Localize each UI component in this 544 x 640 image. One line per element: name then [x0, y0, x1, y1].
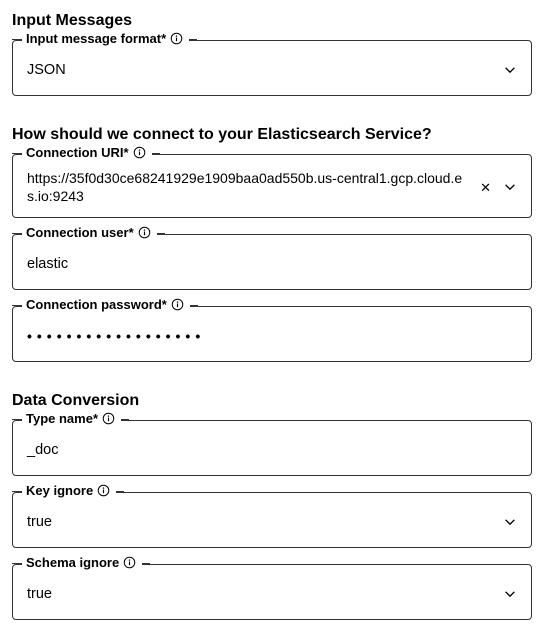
- section-data-conversion: Data Conversion Type name* _doc Key igno…: [12, 392, 532, 620]
- chevron-down-icon: [503, 63, 517, 77]
- combo-connection-uri[interactable]: https://35f0d30ce68241929e1909baa0ad550b…: [12, 154, 532, 218]
- field-legend: Connection URI*: [22, 145, 152, 160]
- value-key-ignore: true: [27, 513, 495, 532]
- label-connection-password: Connection password*: [26, 297, 167, 312]
- section-connect: How should we connect to your Elasticsea…: [12, 126, 532, 362]
- info-icon[interactable]: [170, 32, 183, 45]
- value-connection-uri: https://35f0d30ce68241929e1909baa0ad550b…: [27, 169, 472, 205]
- chevron-down-icon: [503, 515, 517, 529]
- select-input-format[interactable]: JSON: [12, 40, 532, 96]
- chevron-down-icon: [503, 180, 517, 194]
- field-type-name: Type name* _doc: [12, 420, 532, 476]
- info-icon[interactable]: [133, 146, 146, 159]
- input-type-name-box: _doc: [12, 420, 532, 476]
- field-legend: Input message format*: [22, 31, 189, 46]
- info-icon[interactable]: [123, 556, 136, 569]
- input-connection-password[interactable]: ••••••••••••••••••: [27, 327, 517, 345]
- input-connection-password-box: ••••••••••••••••••: [12, 306, 532, 362]
- label-input-format: Input message format*: [26, 31, 166, 46]
- label-schema-ignore: Schema ignore: [26, 555, 119, 570]
- input-connection-user-box: elastic: [12, 234, 532, 290]
- field-legend: Type name*: [22, 411, 121, 426]
- field-legend: Key ignore: [22, 483, 116, 498]
- field-connection-user: Connection user* elastic: [12, 234, 532, 290]
- select-schema-ignore[interactable]: true: [12, 564, 532, 620]
- field-legend: Connection user*: [22, 225, 157, 240]
- label-key-ignore: Key ignore: [26, 483, 93, 498]
- info-icon[interactable]: [138, 226, 151, 239]
- section-title-connect: How should we connect to your Elasticsea…: [12, 126, 532, 144]
- input-type-name[interactable]: _doc: [27, 441, 517, 460]
- label-connection-uri: Connection URI*: [26, 145, 129, 160]
- label-type-name: Type name*: [26, 411, 98, 426]
- chevron-down-icon: [503, 587, 517, 601]
- field-connection-password: Connection password* ••••••••••••••••••: [12, 306, 532, 362]
- info-icon[interactable]: [102, 412, 115, 425]
- info-icon[interactable]: [171, 298, 184, 311]
- field-connection-uri: Connection URI* https://35f0d30ce6824192…: [12, 154, 532, 218]
- input-connection-user[interactable]: elastic: [27, 255, 517, 274]
- value-input-format: JSON: [27, 61, 495, 80]
- clear-icon[interactable]: ✕: [480, 181, 491, 194]
- section-input-messages: Input Messages Input message format* JSO…: [12, 12, 532, 96]
- section-title-conversion: Data Conversion: [12, 392, 532, 410]
- field-legend: Connection password*: [22, 297, 190, 312]
- info-icon[interactable]: [97, 484, 110, 497]
- field-input-format: Input message format* JSON: [12, 40, 532, 96]
- value-schema-ignore: true: [27, 585, 495, 604]
- field-key-ignore: Key ignore true: [12, 492, 532, 548]
- select-key-ignore[interactable]: true: [12, 492, 532, 548]
- section-title-input: Input Messages: [12, 12, 532, 30]
- field-legend: Schema ignore: [22, 555, 142, 570]
- field-schema-ignore: Schema ignore true: [12, 564, 532, 620]
- label-connection-user: Connection user*: [26, 225, 134, 240]
